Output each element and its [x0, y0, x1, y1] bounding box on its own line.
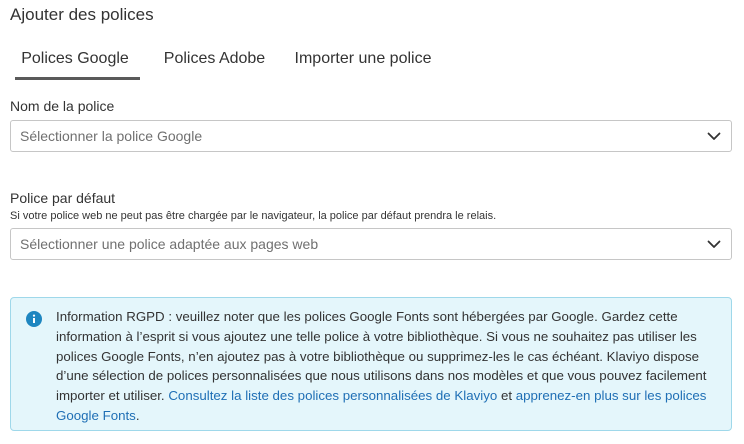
default-font-placeholder: Sélectionner une police adaptée aux page… — [20, 236, 319, 252]
chevron-down-icon — [707, 132, 721, 140]
font-name-placeholder: Sélectionner la police Google — [20, 128, 203, 144]
tab-adobe-fonts[interactable]: Polices Adobe — [158, 38, 271, 80]
default-font-select[interactable]: Sélectionner une police adaptée aux page… — [10, 228, 732, 260]
font-name-label: Nom de la police — [10, 98, 115, 114]
chevron-down-icon — [707, 240, 721, 248]
gdpr-text-end: . — [135, 407, 140, 423]
gdpr-info-text: Information RGPD : veuillez noter que le… — [56, 307, 720, 426]
gdpr-text-middle: et — [497, 388, 516, 404]
gdpr-info-banner: Information RGPD : veuillez noter que le… — [10, 297, 732, 431]
tab-google-fonts[interactable]: Polices Google — [10, 38, 140, 80]
page-title: Ajouter des polices — [10, 5, 154, 24]
klaviyo-custom-fonts-link[interactable]: Consultez la liste des polices personnal… — [168, 388, 497, 403]
info-icon — [26, 311, 42, 327]
font-name-select[interactable]: Sélectionner la police Google — [10, 120, 732, 152]
tab-import-font[interactable]: Importer une police — [290, 38, 436, 80]
font-source-tabs: Polices Google Polices Adobe Importer un… — [10, 38, 734, 80]
default-font-label: Police par défaut — [10, 190, 116, 206]
default-font-helper: Si votre police web ne peut pas être cha… — [10, 210, 497, 222]
